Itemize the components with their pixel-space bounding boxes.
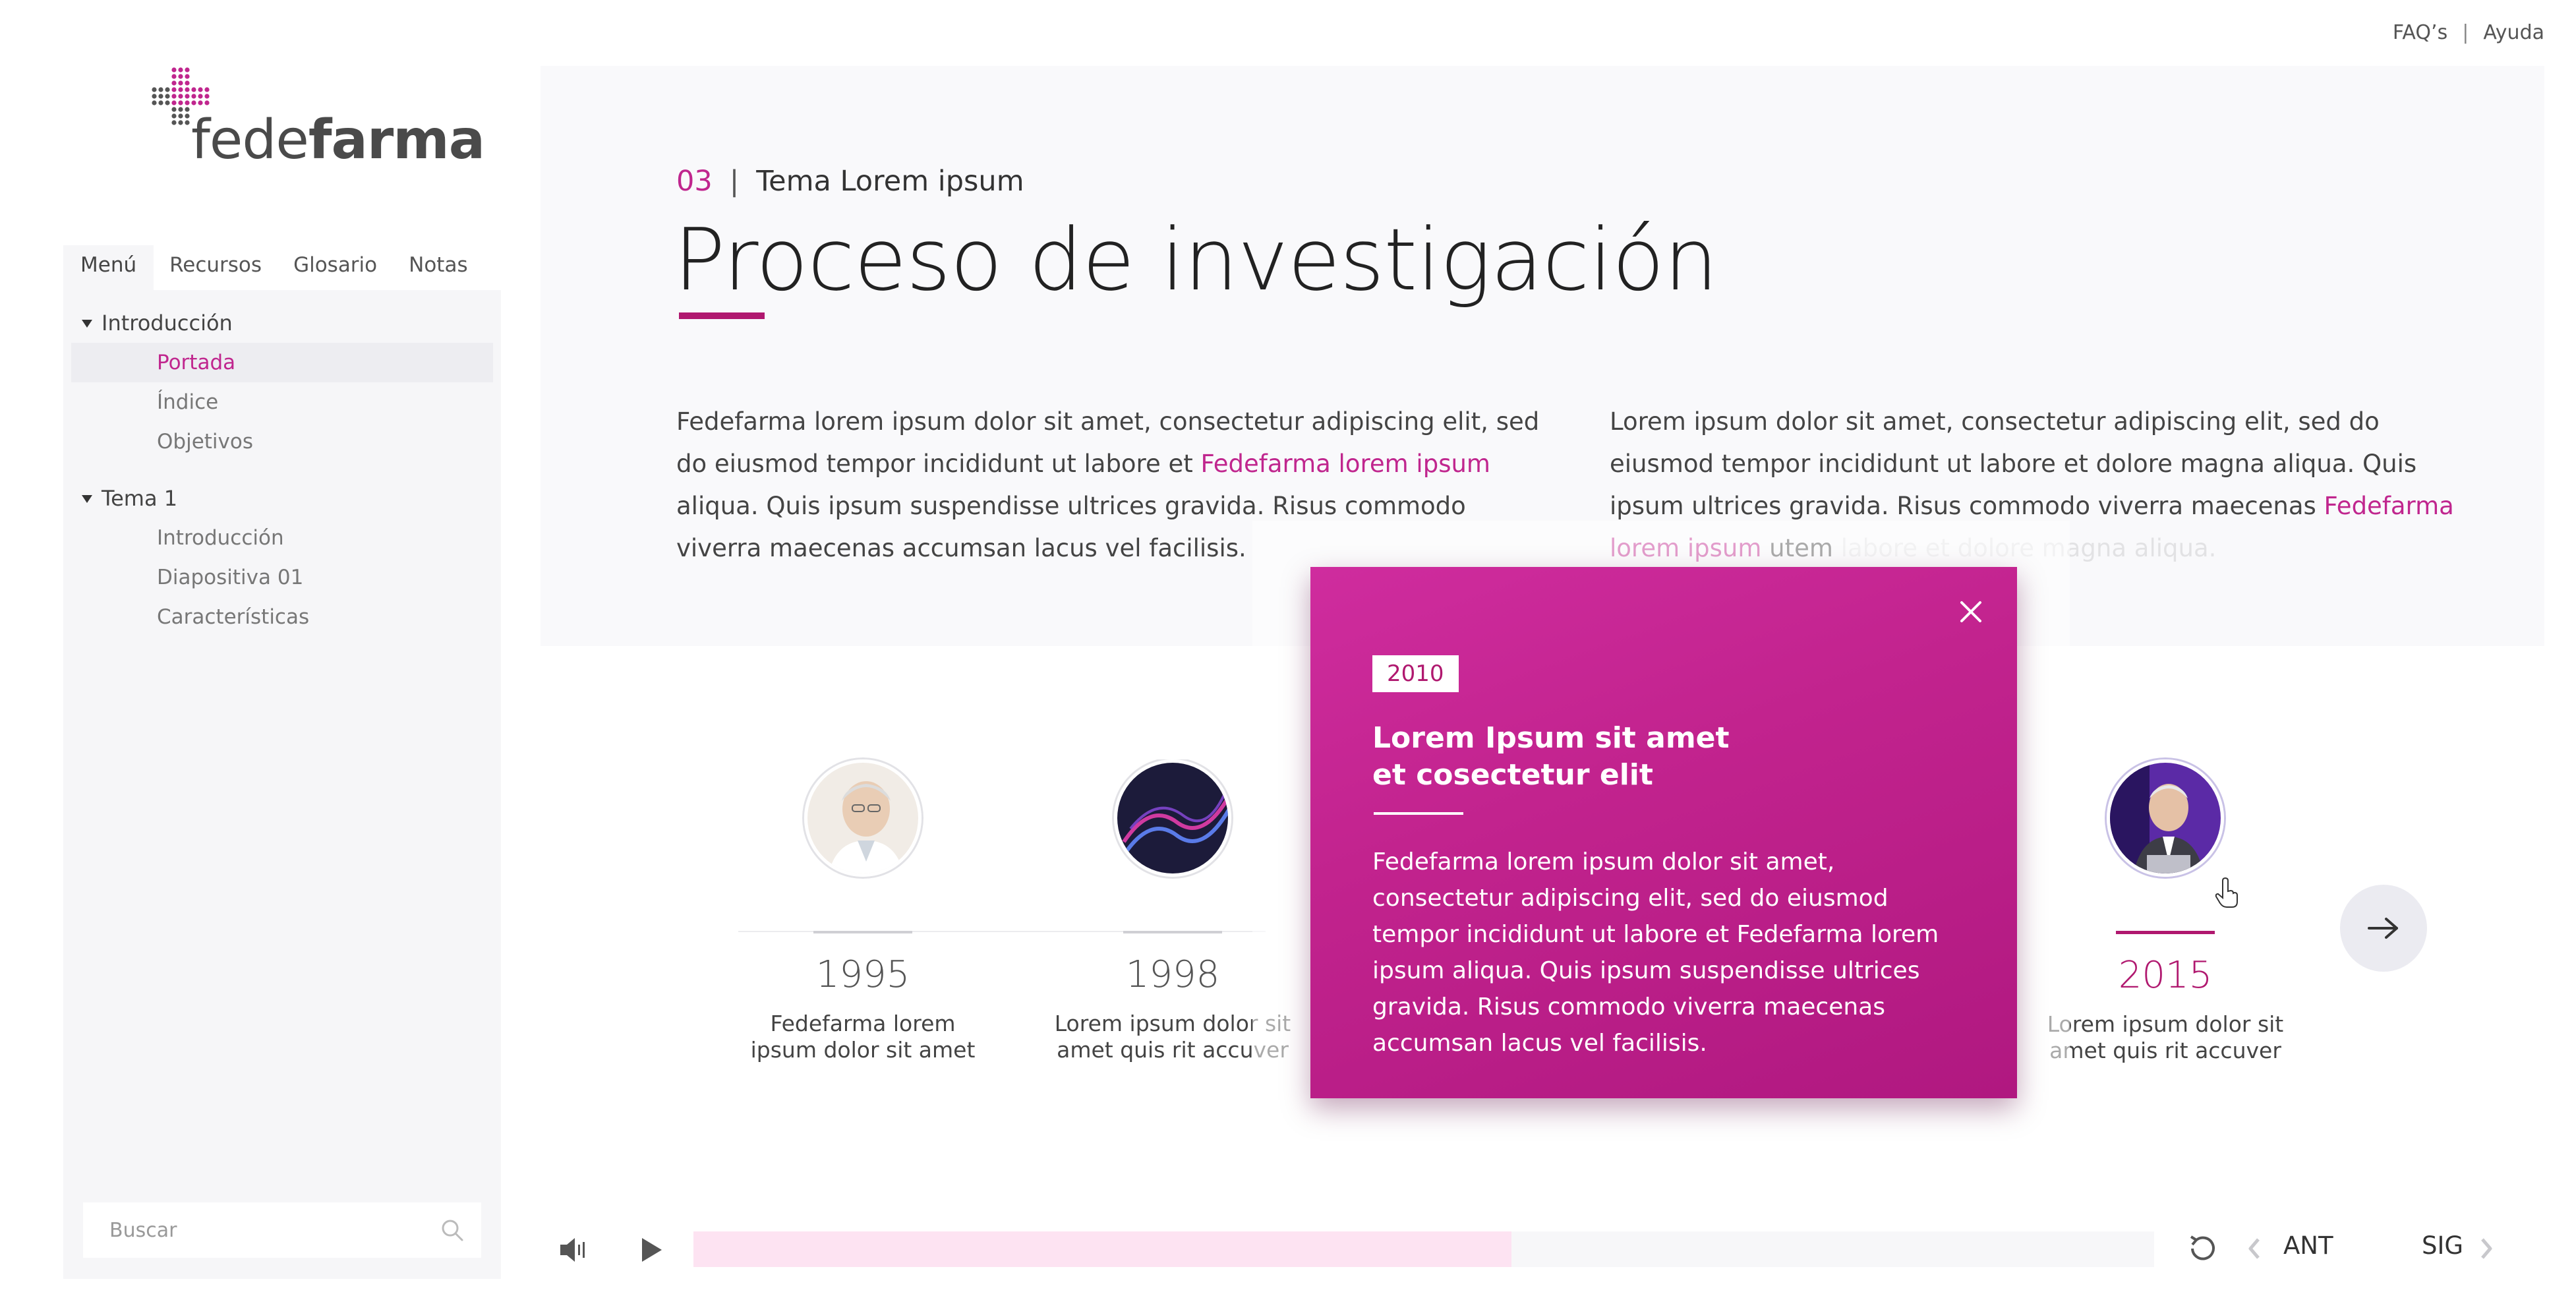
- doctor-portrait-avatar: [804, 759, 922, 877]
- menu-group-header[interactable]: Introducción: [63, 303, 501, 343]
- hand-cursor-icon: [2215, 877, 2238, 908]
- timeline-marker: [1123, 931, 1222, 933]
- expand-triangle-icon: [82, 495, 92, 503]
- faq-link[interactable]: FAQ’s: [2393, 21, 2447, 44]
- menu-group-label: Tema 1: [102, 486, 178, 511]
- tab-notes[interactable]: Notas: [393, 245, 483, 290]
- expand-triangle-icon: [82, 320, 92, 328]
- search-input[interactable]: [109, 1218, 439, 1242]
- menu-item-diapositiva-01[interactable]: Diapositiva 01: [71, 558, 493, 597]
- menu-item-introduccion[interactable]: Introducción: [71, 518, 493, 558]
- progress-fill: [693, 1231, 1511, 1267]
- highlight-link[interactable]: Fedefarma lorem ipsum: [1201, 450, 1490, 478]
- volume-icon[interactable]: [558, 1235, 589, 1264]
- page-title: Proceso de investigación: [674, 210, 1718, 310]
- replay-icon[interactable]: [2183, 1230, 2220, 1267]
- help-link[interactable]: Ayuda: [2483, 21, 2544, 44]
- timeline-year: 2015: [2118, 954, 2213, 997]
- menu-item-objetivos[interactable]: Objetivos: [71, 422, 493, 461]
- menu-tree: Introducción Portada Índice Objetivos Te…: [63, 290, 501, 637]
- topic-name: Tema Lorem ipsum: [756, 165, 1024, 198]
- top-links: FAQ’s | Ayuda: [2393, 21, 2544, 44]
- timeline-year: 1995: [815, 953, 910, 996]
- menu-group-label: Introducción: [102, 310, 233, 336]
- menu-item-indice[interactable]: Índice: [71, 382, 493, 422]
- timeline-desc: Fedefarma lorem ipsum dolor sit amet: [750, 1011, 976, 1063]
- fedefarma-logo: fedefarma: [121, 66, 485, 167]
- dna-helix-avatar: [1114, 759, 1231, 877]
- sidebar: Menú Recursos Glosario Notas Introducció…: [63, 245, 501, 1279]
- search-box: [83, 1202, 481, 1258]
- modal-title: Lorem Ipsum sit amet et cosectetur elit: [1372, 721, 1730, 792]
- timeline-marker: [813, 931, 912, 933]
- topic-line: 03 | Tema Lorem ipsum: [676, 165, 1024, 198]
- timeline-desc: Lorem ipsum dolor sit amet quis rit accu…: [2047, 1011, 2284, 1063]
- speaker-portrait-avatar: [2107, 759, 2224, 877]
- search-icon[interactable]: [439, 1217, 465, 1243]
- logo-text: fedefarma: [191, 109, 485, 171]
- sidebar-tabs: Menú Recursos Glosario Notas: [63, 245, 501, 290]
- menu-group-tema-1: Tema 1 Introducción Diapositiva 01 Carac…: [63, 479, 501, 637]
- top-links-separator: |: [2462, 21, 2469, 44]
- topic-number: 03: [676, 165, 713, 198]
- title-underline: [679, 312, 765, 319]
- tab-menu[interactable]: Menú: [63, 245, 154, 290]
- timeline-item-2015[interactable]: 2015 Lorem ipsum dolor sit amet quis rit…: [2043, 759, 2287, 1064]
- arrow-right-icon: [2368, 918, 2398, 939]
- timeline-item-1995[interactable]: 1995 Fedefarma lorem ipsum dolor sit ame…: [741, 759, 985, 1063]
- year-badge: 2010: [1372, 655, 1459, 692]
- tab-resources[interactable]: Recursos: [154, 245, 278, 290]
- timeline-next-button[interactable]: [2340, 885, 2427, 972]
- menu-group-introduccion: Introducción Portada Índice Objetivos: [63, 303, 501, 461]
- timeline-detail-modal: 2010 Lorem Ipsum sit amet et cosectetur …: [1310, 567, 2017, 1098]
- close-icon[interactable]: [1955, 596, 1987, 628]
- menu-group-header[interactable]: Tema 1: [63, 479, 501, 518]
- menu-item-portada[interactable]: Portada: [71, 343, 493, 382]
- next-button[interactable]: SIG: [2422, 1231, 2463, 1260]
- tab-glossary[interactable]: Glosario: [278, 245, 393, 290]
- play-icon[interactable]: [638, 1235, 664, 1264]
- topic-separator: |: [729, 165, 740, 198]
- menu-item-caracteristicas[interactable]: Características: [71, 597, 493, 637]
- progress-bar[interactable]: [693, 1231, 2154, 1267]
- chevron-left-icon: [2248, 1238, 2260, 1259]
- modal-title-underline: [1374, 812, 1463, 815]
- prev-button[interactable]: ANT: [2283, 1231, 2333, 1260]
- chevron-right-icon: [2481, 1238, 2492, 1259]
- timeline-marker-active: [2116, 931, 2215, 934]
- modal-body: Fedefarma lorem ipsum dolor sit amet, co…: [1372, 848, 1939, 1057]
